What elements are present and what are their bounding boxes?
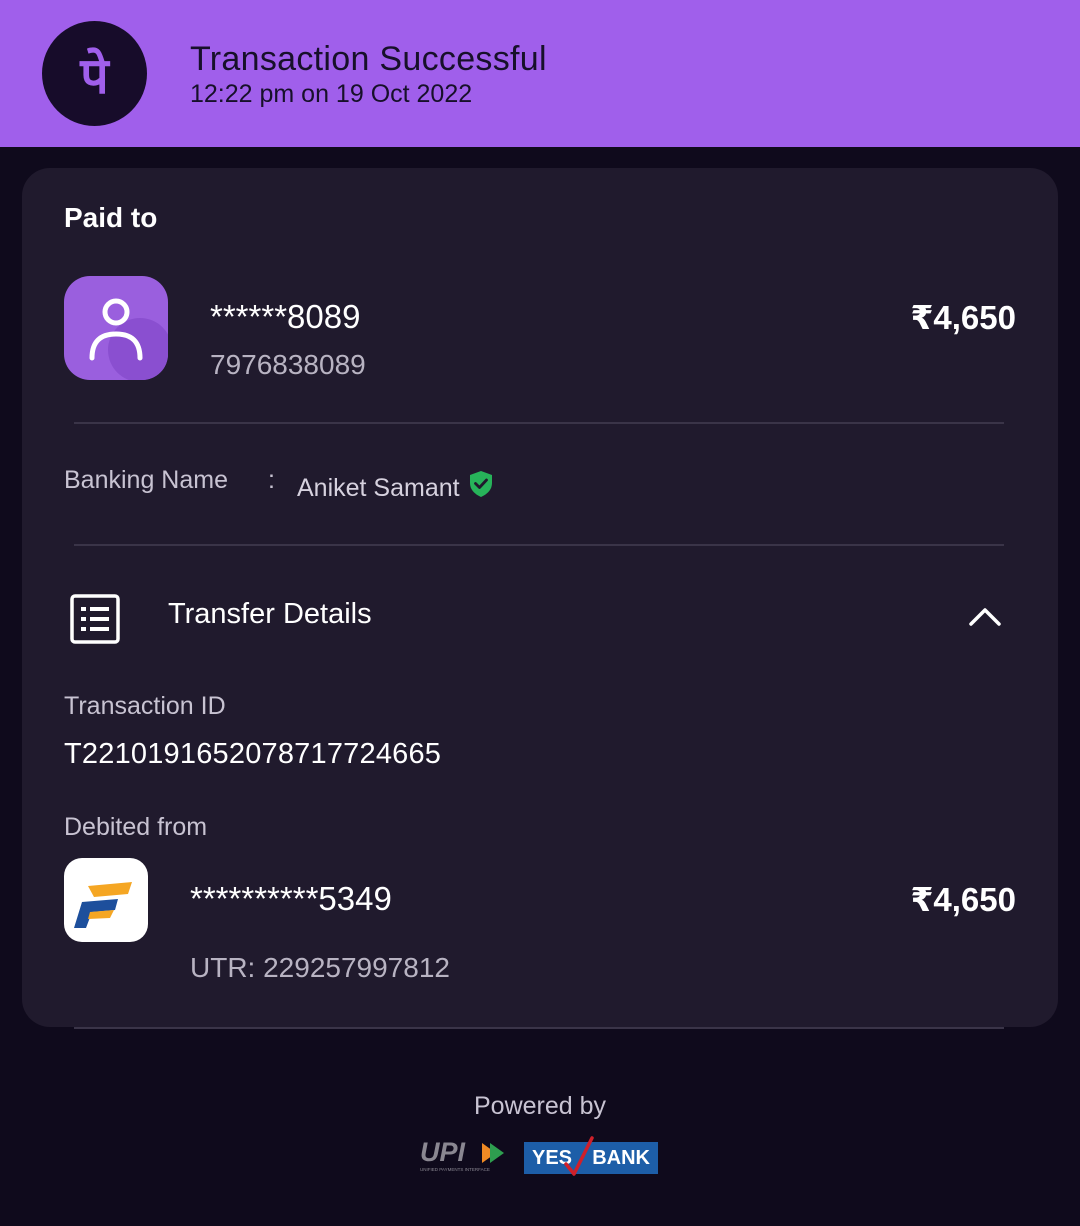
powered-by-label: Powered by [473, 1092, 607, 1120]
transaction-status-title: Transaction Successful [190, 40, 547, 78]
debited-account-masked: **********5349 [190, 880, 392, 917]
upi-logo: UPI UNIFIED PAYMENTS INTERFACE [418, 1137, 514, 1175]
transfer-details-title[interactable]: Transfer Details [168, 598, 372, 631]
document-list-icon [70, 594, 120, 644]
divider [74, 544, 1004, 546]
debited-from-label: Debited from [64, 813, 208, 841]
upi-tagline: UNIFIED PAYMENTS INTERFACE [420, 1167, 490, 1172]
phonepe-logo: पे [42, 21, 147, 126]
banking-name-separator: : [268, 466, 275, 494]
yes-bank-tick-icon [564, 1136, 594, 1176]
utr-number: UTR: 229257997812 [190, 952, 450, 983]
payee-phone: 7976838089 [210, 349, 366, 380]
paid-to-label: Paid to [64, 202, 158, 233]
yes-bank-logo: YES BANK [524, 1136, 658, 1176]
banking-name-label: Banking Name [64, 466, 228, 494]
transaction-card: Paid to ******8089 7976838089 ₹4,650 Ban… [22, 168, 1058, 1027]
header-bar: पे Transaction Successful 12:22 pm on 19… [0, 0, 1080, 147]
paid-amount: ₹4,650 [910, 299, 1016, 336]
divider [74, 422, 1004, 424]
verified-shield-icon [468, 470, 494, 498]
yes-bank-bank-text: BANK [592, 1146, 650, 1169]
bank-logo-icon [64, 858, 148, 942]
upi-logo-text: UPI [420, 1137, 466, 1167]
payee-masked-number: ******8089 [210, 298, 361, 335]
logo-glyph: पे [80, 46, 109, 105]
divider [74, 1027, 1004, 1029]
debited-amount: ₹4,650 [910, 881, 1016, 918]
banking-name-value: Aniket Samant [297, 474, 460, 502]
chevron-up-icon[interactable] [968, 606, 1002, 628]
transaction-timestamp: 12:22 pm on 19 Oct 2022 [190, 80, 473, 108]
person-icon [64, 276, 168, 380]
transaction-id-value: T2210191652078717724665 [64, 738, 442, 770]
transaction-id-label: Transaction ID [64, 692, 226, 720]
